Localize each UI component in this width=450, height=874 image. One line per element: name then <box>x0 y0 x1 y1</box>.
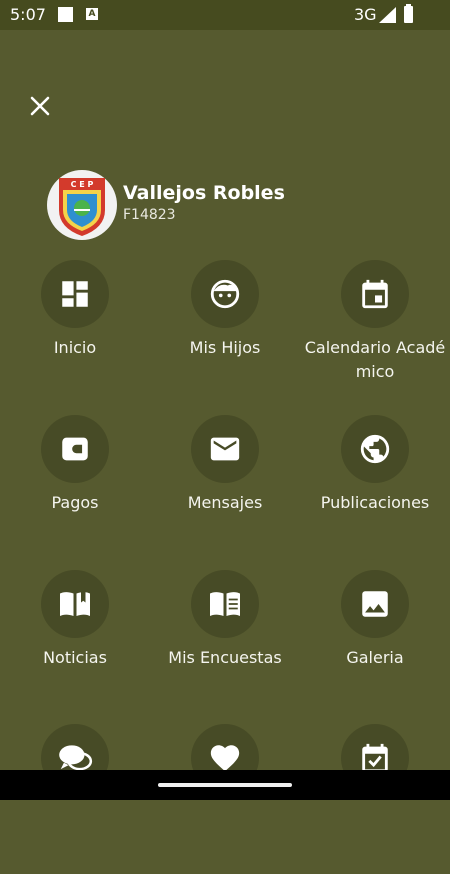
menu-circle <box>341 260 409 328</box>
logo-text: C E P <box>71 180 94 189</box>
menu-label: Galeria <box>346 648 404 667</box>
home-gesture-handle[interactable] <box>158 783 292 787</box>
menu-circle <box>41 570 109 638</box>
menu-item-mis-encuestas[interactable]: Mis Encuestas <box>150 570 300 720</box>
menu-circle <box>341 570 409 638</box>
menu-item-mensajes[interactable]: Mensajes <box>150 415 300 565</box>
menu-book-icon <box>210 592 240 616</box>
menu-item-calendario[interactable]: Calendario Académico <box>300 260 450 410</box>
menu-item-publicaciones[interactable]: Publicaciones <box>300 415 450 565</box>
menu-circle <box>191 570 259 638</box>
profile-name: Vallejos Robles <box>123 182 285 204</box>
menu-item-galeria[interactable]: Galeria <box>300 570 450 720</box>
close-button[interactable] <box>26 92 54 120</box>
close-icon <box>30 96 50 116</box>
menu-label: Pagos <box>51 493 99 512</box>
menu-label: Inicio <box>53 338 97 357</box>
menu-label: Publicaciones <box>320 493 430 512</box>
menu-label: Noticias <box>43 648 107 667</box>
profile-code: F14823 <box>123 207 176 223</box>
mail-icon <box>210 437 240 461</box>
battery-icon <box>404 4 413 23</box>
menu-item-inicio[interactable]: Inicio <box>0 260 150 410</box>
globe-icon <box>360 434 390 464</box>
menu-label: Mis Encuestas <box>168 648 282 667</box>
wallet-icon <box>62 437 88 461</box>
status-network: 3G <box>354 5 377 24</box>
open-book-icon <box>60 590 90 616</box>
notification-a-icon: A <box>86 8 98 20</box>
calendar-icon <box>362 279 388 309</box>
menu-item-pagos[interactable]: Pagos <box>0 415 150 565</box>
menu-circle <box>341 415 409 483</box>
menu-label: Calendario Académico <box>304 338 446 381</box>
navigation-bar <box>0 770 450 800</box>
status-time: 5:07 <box>10 5 46 24</box>
signal-icon <box>379 7 396 23</box>
school-logo-avatar: C E P <box>47 170 117 240</box>
menu-label: Mis Hijos <box>189 338 261 357</box>
image-icon <box>362 591 388 617</box>
profile-header: C E P Vallejos Robles F14823 <box>47 170 407 240</box>
menu-circle <box>191 260 259 328</box>
notification-square-icon <box>58 7 73 22</box>
menu-circle <box>191 415 259 483</box>
menu-label: Mensajes <box>187 493 263 512</box>
dashboard-icon <box>62 281 88 307</box>
child-face-icon <box>210 279 240 309</box>
menu-circle <box>41 260 109 328</box>
menu-circle <box>41 415 109 483</box>
menu-item-noticias[interactable]: Noticias <box>0 570 150 720</box>
status-bar: 5:07 A 3G <box>0 0 450 30</box>
menu-item-mis-hijos[interactable]: Mis Hijos <box>150 260 300 410</box>
